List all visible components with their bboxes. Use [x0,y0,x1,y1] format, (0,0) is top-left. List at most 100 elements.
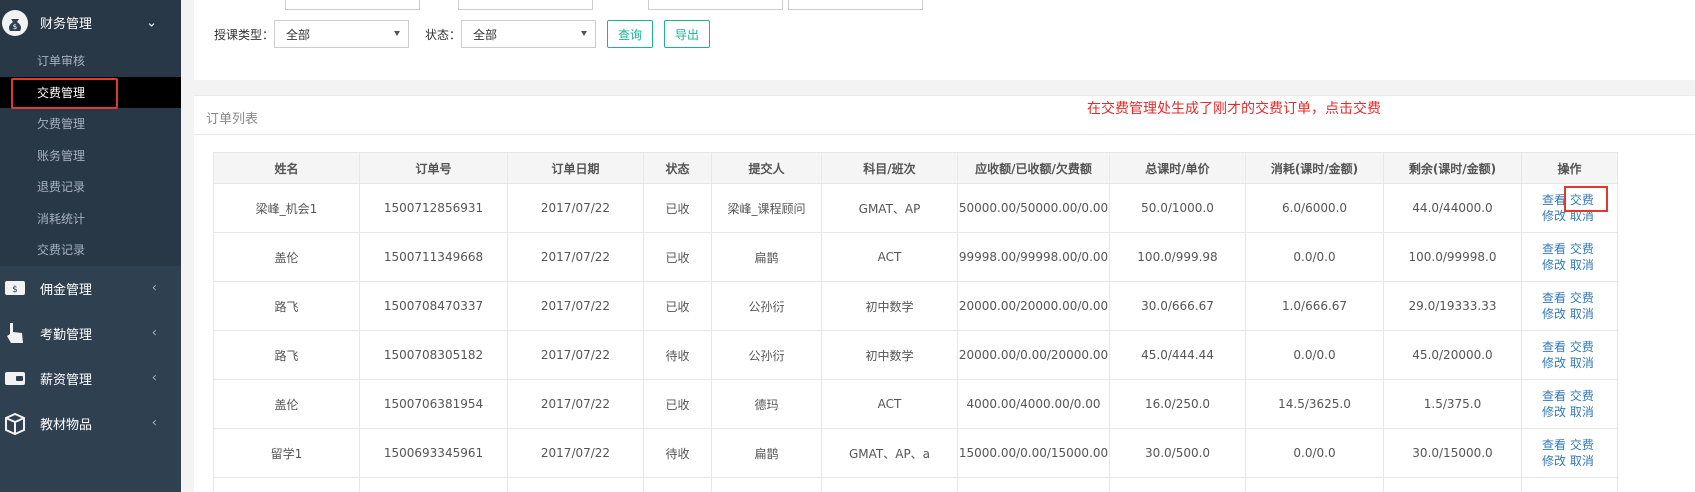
hand-pointer-icon [7,323,23,343]
cancel-link[interactable]: 取消 [1570,356,1594,370]
nav-finance[interactable]: $ 财务管理 ⌄ [0,0,181,45]
pay-link[interactable]: 交费 [1570,389,1594,403]
view-link[interactable]: 查看 [1542,291,1566,305]
view-link[interactable]: 查看 [1542,340,1566,354]
sidebar-item-order-review[interactable]: 订单审核 [0,45,181,77]
cell-empty [711,477,822,492]
cell-subject: GMAT、AP [821,183,958,233]
cell-hours-price: 45.0/444.44 [1109,330,1246,380]
cell-name: 留学1 [213,428,360,478]
cell-empty [643,477,712,492]
cell-actions: 查看 交费 修改 取消 [1521,379,1618,429]
cell-actions: 查看 交费 修改 取消 [1521,330,1618,380]
cell-name: 梁峰_机会1 [213,183,360,233]
cell-status: 待收 [643,330,712,380]
status-select[interactable]: 全部 [461,20,597,48]
cell-name: 路飞 [213,330,360,380]
sidebar-item-arrears-management[interactable]: 欠费管理 [0,108,181,140]
filter-panel: 授课类型： 全部 状态： 全部 查询 导出 [194,0,1695,80]
order-list-panel: 订单列表 在交费管理处生成了刚才的交费订单，点击交费 姓名 订单号 订单日期 状… [194,95,1695,492]
cancel-link[interactable]: 取消 [1570,258,1594,272]
pay-link[interactable]: 交费 [1570,340,1594,354]
svg-text:$: $ [12,285,18,295]
column-header[interactable]: 状态 [643,152,712,184]
cell-empty [957,477,1110,492]
cell-hours-price: 50.0/1000.0 [1109,183,1246,233]
cancel-link[interactable]: 取消 [1570,307,1594,321]
cell-order-no: 1500706381954 [359,379,508,429]
edit-link[interactable]: 修改 [1542,209,1566,223]
cell-consumed: 6.0/6000.0 [1245,183,1384,233]
column-header[interactable]: 消耗(课时/金额) [1245,152,1384,184]
pay-link[interactable]: 交费 [1570,291,1594,305]
cell-status: 待收 [643,428,712,478]
dropdown-arrow-icon [394,31,401,36]
cell-actions: 查看 交费 [1521,477,1618,492]
edit-link[interactable]: 修改 [1542,307,1566,321]
cell-consumed: 0.0/0.0 [1245,428,1384,478]
cell-empty [359,477,508,492]
main-content: 授课类型： 全部 状态： 全部 查询 导出 订单列表 在交费管理处生成了刚才的交… [181,0,1695,492]
column-header[interactable]: 科目/班次 [821,152,958,184]
cut-off-input[interactable] [788,0,923,10]
sidebar-item-consumption-stats[interactable]: 消耗统计 [0,203,181,235]
edit-link[interactable]: 修改 [1542,356,1566,370]
teaching-type-select[interactable]: 全部 [274,20,410,48]
cancel-link[interactable]: 取消 [1570,405,1594,419]
query-button[interactable]: 查询 [607,20,654,48]
cell-date: 2017/07/22 [507,281,644,331]
column-header[interactable]: 姓名 [213,152,360,184]
cell-actions: 查看 交费 修改 取消 [1521,281,1618,331]
table-header-row: 姓名 订单号 订单日期 状态 提交人 科目/班次 应收额/已收额/欠费额 总课时… [213,152,1618,184]
status-label: 状态： [425,27,462,42]
cell-amounts: 99998.00/99998.00/0.00 [957,232,1110,282]
column-header[interactable]: 订单日期 [507,152,644,184]
panel-title: 订单列表 [206,112,259,127]
column-header[interactable]: 总课时/单价 [1109,152,1246,184]
table-row: 留学1 1500693345961 2017/07/22 待收 扁鹊 GMAT、… [213,428,1618,478]
column-header[interactable]: 应收额/已收额/欠费额 [957,152,1110,184]
edit-link[interactable]: 修改 [1542,258,1566,272]
view-link[interactable]: 查看 [1542,242,1566,256]
cell-amounts: 15000.00/0.00/15000.00 [957,428,1110,478]
cancel-link[interactable]: 取消 [1570,454,1594,468]
column-header[interactable]: 剩余(课时/金额) [1383,152,1522,184]
sidebar-item-label: 欠费管理 [37,117,86,132]
cell-order-no: 1500708470337 [359,281,508,331]
view-link[interactable]: 查看 [1542,438,1566,452]
view-link[interactable]: 查看 [1542,389,1566,403]
export-button[interactable]: 导出 [664,20,711,48]
nav-salary[interactable]: 薪资管理 ‹ [0,356,181,401]
edit-link[interactable]: 修改 [1542,405,1566,419]
view-link[interactable]: 查看 [1542,193,1566,207]
chevron-left-icon: ‹ [151,280,157,296]
sidebar-item-label: 订单审核 [37,54,86,69]
sidebar-item-payment-management[interactable]: 交费管理 [0,76,181,109]
cell-actions: 查看 交费 修改 取消 [1521,232,1618,282]
cell-remaining: 45.0/20000.0 [1383,330,1522,380]
column-header[interactable]: 订单号 [359,152,508,184]
edit-link[interactable]: 修改 [1542,454,1566,468]
sidebar-item-refund-records[interactable]: 退费记录 [0,171,181,203]
column-header[interactable]: 提交人 [711,152,822,184]
orders-table: 姓名 订单号 订单日期 状态 提交人 科目/班次 应收额/已收额/欠费额 总课时… [213,152,1618,492]
cell-amounts: 20000.00/0.00/20000.00 [957,330,1110,380]
nav-materials[interactable]: 教材物品 ‹ [0,401,181,446]
pay-link[interactable]: 交费 [1570,242,1594,256]
nav-commission[interactable]: $ 佣金管理 ‹ [0,266,181,311]
cell-date: 2017/07/22 [507,379,644,429]
cut-off-input[interactable] [285,0,420,10]
cell-empty [821,477,958,492]
cut-off-input[interactable] [648,0,783,10]
cell-subject: ACT [821,232,958,282]
sidebar-item-payment-records[interactable]: 交费记录 [0,234,181,266]
cell-date: 2017/07/22 [507,428,644,478]
pay-link[interactable]: 交费 [1570,438,1594,452]
cell-name: 盖伦 [213,379,360,429]
sidebar-item-accounts-management[interactable]: 账务管理 [0,140,181,172]
nav-attendance[interactable]: 考勤管理 ‹ [0,311,181,356]
column-header[interactable]: 操作 [1521,152,1618,184]
cell-remaining: 100.0/99998.0 [1383,232,1522,282]
cut-off-input[interactable] [458,0,593,10]
cell-empty [1109,477,1246,492]
